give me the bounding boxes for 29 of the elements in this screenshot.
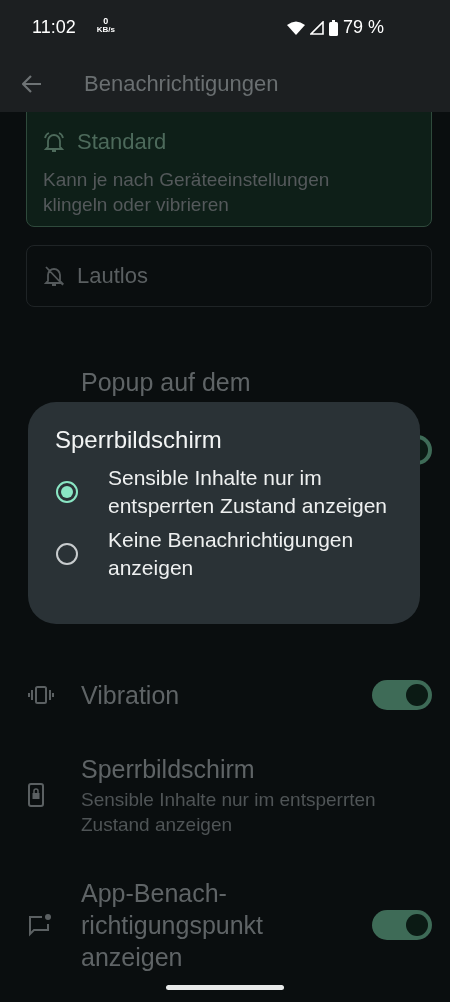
radio-label[interactable]: Sensible Inhalte nur im entsperrten Zustand anzeigen	[108, 464, 393, 520]
wifi-icon	[286, 20, 305, 35]
setting-title: Sperrbildschirm	[81, 753, 256, 785]
option-description: Kann je nach Geräteeinstellungen klingeln oder vibrieren	[43, 168, 331, 217]
toggle-switch[interactable]	[372, 910, 432, 940]
battery-percent: 79 %	[342, 17, 384, 38]
toggle-switch[interactable]	[372, 680, 432, 710]
radio-button[interactable]	[56, 543, 78, 565]
clock: 11:02	[32, 17, 76, 38]
setting-summary: Sensible Inhalte nur im entsperrten Zustand anzeigen	[81, 787, 377, 837]
radio-label[interactable]: Keine Benachrichtigungen anzeigen	[108, 526, 393, 582]
option-title: Standard	[77, 129, 167, 155]
phone-lock-icon	[28, 782, 44, 807]
setting-title: App-Benach-richtigungspunkt anzeigen	[81, 878, 265, 973]
dialog-title: Sperrbildschirm	[55, 426, 223, 454]
net-speed-value: 0	[103, 17, 109, 26]
chat-dot-icon	[28, 913, 52, 937]
battery-icon	[328, 19, 338, 36]
back-arrow-icon[interactable]	[22, 74, 42, 93]
net-speed-unit: KB/s	[96, 26, 115, 34]
bell-ring-icon	[43, 131, 65, 153]
signal-icon	[309, 20, 324, 35]
radio-button[interactable]	[56, 481, 78, 503]
screen-title: Benachrichtigungen	[84, 70, 279, 97]
setting-title: Popup auf dem	[81, 367, 252, 398]
vibration-icon	[28, 685, 54, 705]
option-title: Lautlos	[77, 263, 148, 289]
bell-off-icon	[43, 265, 65, 287]
setting-title: Vibration	[81, 680, 181, 711]
